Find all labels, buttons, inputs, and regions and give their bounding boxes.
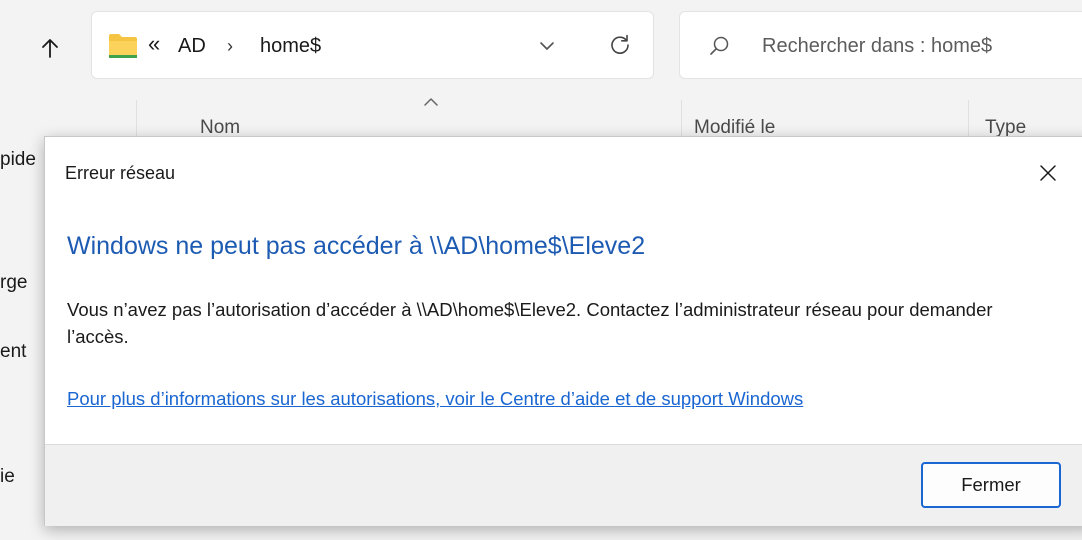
sidebar-item-downloads[interactable]: rge — [0, 272, 27, 294]
network-error-dialog: Erreur réseau Windows ne peut pas accéde… — [44, 136, 1082, 526]
close-icon — [1040, 165, 1056, 181]
breadcrumb-separator[interactable]: › — [227, 34, 233, 58]
breadcrumb-home[interactable]: home$ — [260, 34, 321, 58]
dialog-footer: Fermer — [45, 444, 1082, 526]
dialog-heading: Windows ne peut pas accéder à \\AD\home$… — [67, 232, 646, 260]
search-icon — [710, 36, 729, 55]
explorer-window: « AD › home$ Rechercher dans : home$ Nom… — [0, 0, 1082, 540]
dialog-close-button[interactable] — [1030, 155, 1066, 191]
address-dropdown-button[interactable] — [535, 34, 559, 58]
refresh-button[interactable] — [605, 30, 635, 60]
sidebar-item-quick-access[interactable]: pide — [0, 149, 36, 171]
refresh-icon — [611, 34, 629, 54]
help-support-link[interactable]: Pour plus d’informations sur les autoris… — [67, 387, 803, 411]
column-divider[interactable] — [968, 100, 969, 140]
sidebar-item-music[interactable]: ie — [0, 466, 15, 488]
search-input[interactable]: Rechercher dans : home$ — [762, 34, 992, 58]
column-divider[interactable] — [136, 100, 137, 140]
sort-up-icon — [424, 98, 438, 106]
up-button[interactable] — [30, 30, 70, 66]
arrow-up-icon — [42, 39, 58, 58]
folder-icon — [109, 34, 137, 58]
address-bar[interactable]: « AD › home$ — [91, 11, 654, 79]
column-divider[interactable] — [681, 100, 682, 140]
overflow-chevron-icon[interactable]: « — [148, 33, 160, 55]
search-box[interactable]: Rechercher dans : home$ — [679, 11, 1082, 79]
dialog-title: Erreur réseau — [65, 163, 176, 183]
breadcrumb-ad[interactable]: AD — [178, 34, 206, 58]
dialog-message: Vous n’avez pas l’autorisation d’accéder… — [67, 299, 993, 347]
sidebar-item-documents[interactable]: ent — [0, 341, 26, 363]
close-button[interactable]: Fermer — [921, 462, 1061, 508]
chevron-down-icon — [540, 42, 554, 50]
